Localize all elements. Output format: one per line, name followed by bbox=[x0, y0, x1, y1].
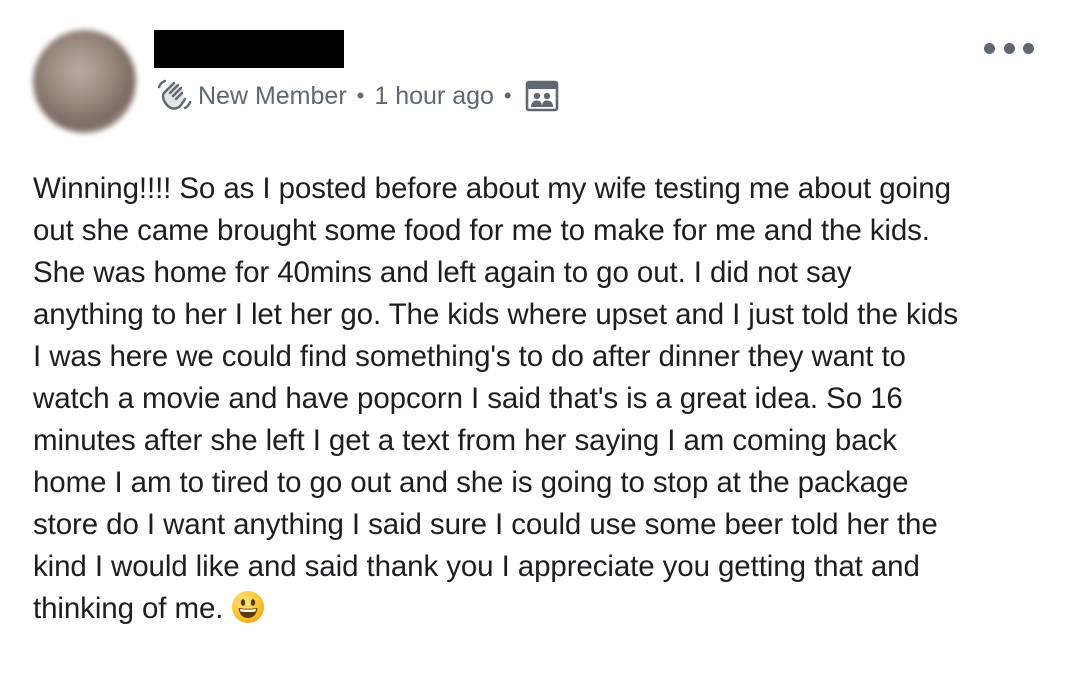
meta-separator: • bbox=[356, 83, 365, 108]
post-body-last-line: thinking of me. bbox=[33, 588, 1063, 630]
post-body-line: anything to her I let her go. The kids w… bbox=[33, 298, 959, 331]
more-dot bbox=[984, 42, 995, 54]
meta-separator: • bbox=[503, 83, 512, 108]
post-body: Winning!!!! So as I posted before about … bbox=[33, 168, 1063, 630]
grinning-face-emoji bbox=[231, 590, 265, 624]
more-options-icon[interactable] bbox=[984, 36, 1034, 60]
post-body-line: She was home for 40mins and left again t… bbox=[33, 256, 852, 289]
post-body-line: thinking of me. bbox=[33, 592, 224, 625]
author-name-redacted[interactable] bbox=[154, 30, 344, 68]
post-body-line: home I am to tired to go out and she is … bbox=[33, 466, 909, 499]
post-body-line: minutes after she left I get a text from… bbox=[33, 424, 897, 457]
post-body-line: Winning!!!! So as I posted before about … bbox=[33, 172, 951, 205]
post-body-line: watch a movie and have popcorn I said th… bbox=[33, 382, 903, 415]
author-avatar[interactable] bbox=[33, 30, 136, 133]
post-body-line: I was here we could find something's to … bbox=[33, 340, 906, 373]
more-dot bbox=[1003, 42, 1015, 54]
post-timestamp[interactable]: 1 hour ago bbox=[374, 82, 494, 111]
member-badge-label[interactable]: New Member bbox=[198, 82, 347, 111]
post-meta: New Member • 1 hour ago • bbox=[156, 76, 560, 116]
group-audience-icon[interactable] bbox=[524, 79, 560, 113]
post-card: New Member • 1 hour ago • Winning!!!! So… bbox=[0, 0, 1080, 681]
more-dot bbox=[1023, 42, 1034, 54]
post-body-line: store do I want anything I said sure I c… bbox=[33, 508, 938, 541]
wave-hand-icon bbox=[156, 78, 192, 114]
post-body-line: out she came brought some food for me to… bbox=[33, 214, 930, 247]
post-body-line: kind I would like and said thank you I a… bbox=[33, 550, 920, 583]
